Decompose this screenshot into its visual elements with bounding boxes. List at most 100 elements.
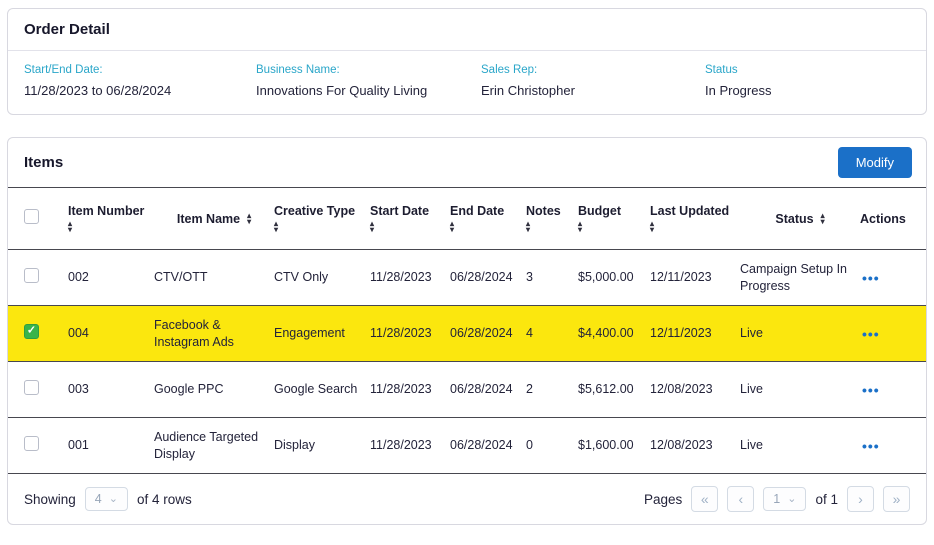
field-value: Innovations For Quality Living — [256, 83, 481, 98]
cell-actions: ••• — [860, 378, 910, 402]
pages-label: Pages — [644, 492, 682, 507]
col-last-updated[interactable]: Last Updated — [650, 204, 740, 233]
sort-icon[interactable] — [450, 221, 454, 233]
showing-label: Showing — [24, 492, 76, 507]
cell-budget: $5,612.00 — [578, 381, 650, 397]
col-end-date[interactable]: End Date — [450, 204, 526, 233]
select-all-checkbox[interactable] — [24, 209, 39, 224]
checkbox-cell — [24, 268, 68, 287]
cell-last-updated: 12/11/2023 — [650, 269, 740, 285]
field-status: Status In Progress — [705, 64, 910, 98]
rows-per-page-select[interactable]: 4 ⌄ — [85, 487, 128, 511]
order-detail-fields: Start/End Date: 11/28/2023 to 06/28/2024… — [8, 51, 926, 114]
field-label: Business Name: — [256, 64, 481, 76]
cell-notes: 3 — [526, 269, 578, 285]
row-checkbox[interactable] — [24, 380, 39, 395]
last-page-button[interactable]: » — [883, 486, 910, 512]
prev-page-button[interactable]: ‹ — [727, 486, 754, 512]
items-card: Items Modify Item Number Item Name Creat… — [7, 137, 927, 525]
sort-icon[interactable] — [274, 221, 278, 233]
sort-icon[interactable] — [68, 221, 72, 233]
cell-notes: 2 — [526, 381, 578, 397]
cell-item-number: 004 — [68, 325, 154, 341]
cell-creative-type: Engagement — [274, 325, 370, 341]
cell-status: Campaign Setup In Progress — [740, 261, 860, 294]
col-label: End Date — [450, 204, 504, 218]
field-label: Start/End Date: — [24, 64, 256, 76]
cell-status: Live — [740, 437, 860, 453]
current-page-value: 1 — [773, 492, 780, 506]
cell-last-updated: 12/08/2023 — [650, 437, 740, 453]
cell-creative-type: Google Search — [274, 381, 370, 397]
cell-item-name: Facebook & Instagram Ads — [154, 317, 274, 350]
col-label: Budget — [578, 204, 621, 218]
field-value: In Progress — [705, 83, 910, 98]
row-actions-button[interactable]: ••• — [860, 266, 882, 290]
cell-item-name: CTV/OTT — [154, 269, 274, 285]
cell-item-name: Google PPC — [154, 381, 274, 397]
field-start-end-date: Start/End Date: 11/28/2023 to 06/28/2024 — [24, 64, 256, 98]
cell-item-number: 001 — [68, 437, 154, 453]
page-select[interactable]: 1 ⌄ — [763, 487, 806, 511]
col-status[interactable]: Status — [740, 212, 860, 226]
sort-icon[interactable] — [578, 221, 582, 233]
row-actions-button[interactable]: ••• — [860, 378, 882, 402]
sort-icon[interactable] — [526, 221, 530, 233]
row-checkbox[interactable] — [24, 268, 39, 283]
cell-budget: $1,600.00 — [578, 437, 650, 453]
sort-icon[interactable] — [370, 221, 374, 233]
field-label: Status — [705, 64, 910, 76]
table-row: 001 Audience Targeted Display Display 11… — [8, 418, 926, 474]
col-label: Notes — [526, 204, 561, 218]
cell-actions: ••• — [860, 434, 910, 458]
cell-start-date: 11/28/2023 — [370, 381, 450, 397]
checkbox-cell — [24, 380, 68, 399]
cell-budget: $5,000.00 — [578, 269, 650, 285]
cell-start-date: 11/28/2023 — [370, 325, 450, 341]
col-label: Last Updated — [650, 204, 729, 218]
row-actions-button[interactable]: ••• — [860, 322, 882, 346]
table-row: 004 Facebook & Instagram Ads Engagement … — [8, 306, 926, 362]
col-label: Actions — [860, 212, 906, 226]
field-sales-rep: Sales Rep: Erin Christopher — [481, 64, 705, 98]
field-value: Erin Christopher — [481, 83, 705, 98]
cell-creative-type: CTV Only — [274, 269, 370, 285]
sort-icon[interactable] — [821, 213, 825, 225]
col-item-number[interactable]: Item Number — [68, 204, 154, 233]
cell-item-name: Audience Targeted Display — [154, 429, 274, 462]
cell-end-date: 06/28/2024 — [450, 381, 526, 397]
cell-end-date: 06/28/2024 — [450, 437, 526, 453]
cell-notes: 0 — [526, 437, 578, 453]
col-start-date[interactable]: Start Date — [370, 204, 450, 233]
cell-last-updated: 12/08/2023 — [650, 381, 740, 397]
col-creative-type[interactable]: Creative Type — [274, 204, 370, 233]
cell-last-updated: 12/11/2023 — [650, 325, 740, 341]
col-budget[interactable]: Budget — [578, 204, 650, 233]
next-page-button[interactable]: › — [847, 486, 874, 512]
modify-button[interactable]: Modify — [838, 147, 912, 178]
col-label: Status — [775, 212, 813, 226]
rows-per-page-group: Showing 4 ⌄ of 4 rows — [24, 487, 192, 511]
cell-item-number: 003 — [68, 381, 154, 397]
cell-actions: ••• — [860, 322, 910, 346]
order-detail-title: Order Detail — [8, 9, 926, 51]
chevron-down-icon: ⌄ — [109, 495, 118, 503]
cell-status: Live — [740, 381, 860, 397]
sort-icon[interactable] — [247, 213, 251, 225]
col-notes[interactable]: Notes — [526, 204, 578, 233]
page: Order Detail Start/End Date: 11/28/2023 … — [0, 0, 934, 533]
row-checkbox[interactable] — [24, 324, 39, 339]
pages-total-label: of 1 — [815, 492, 838, 507]
field-business-name: Business Name: Innovations For Quality L… — [256, 64, 481, 98]
row-checkbox[interactable] — [24, 436, 39, 451]
row-actions-button[interactable]: ••• — [860, 434, 882, 458]
col-item-name[interactable]: Item Name — [154, 212, 274, 226]
field-value: 11/28/2023 to 06/28/2024 — [24, 83, 256, 98]
items-header: Items Modify — [8, 138, 926, 188]
cell-status: Live — [740, 325, 860, 341]
select-all-cell — [24, 209, 68, 228]
cell-start-date: 11/28/2023 — [370, 269, 450, 285]
first-page-button[interactable]: « — [691, 486, 718, 512]
sort-icon[interactable] — [650, 221, 654, 233]
order-detail-card: Order Detail Start/End Date: 11/28/2023 … — [7, 8, 927, 115]
